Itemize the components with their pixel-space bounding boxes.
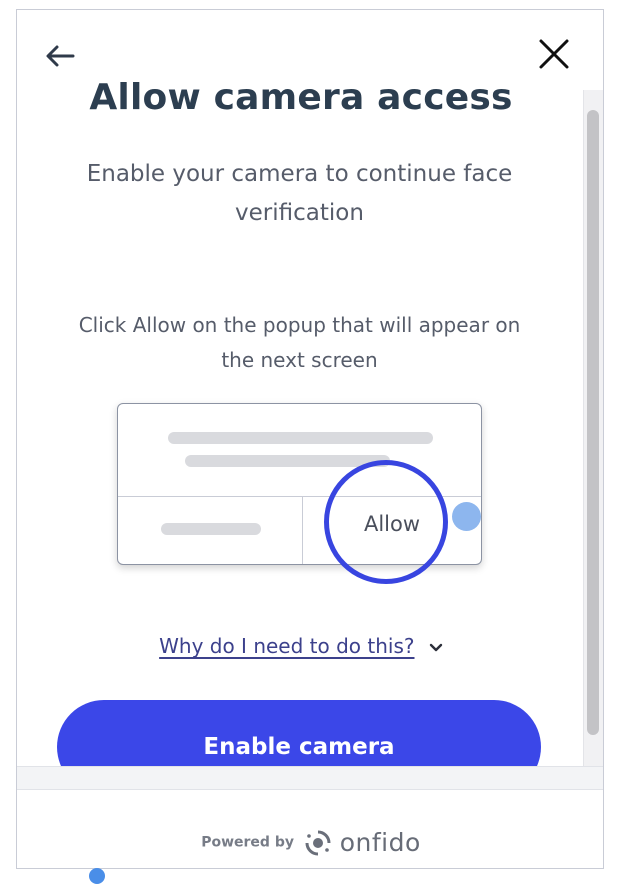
content-scroll-area[interactable]: Allow camera access Enable your camera t… (17, 10, 603, 766)
popup-instructions: Click Allow on the popup that will appea… (78, 313, 521, 372)
page-title: Allow camera access (89, 77, 513, 118)
powered-by: Powered by onfido (17, 828, 603, 857)
highlight-ring (324, 460, 448, 584)
brand-name: onfido (339, 828, 421, 857)
cursor-indicator (452, 502, 481, 531)
page-subtitle: Enable your camera to continue face veri… (86, 161, 513, 226)
verification-modal: Allow camera access Enable your camera t… (16, 9, 604, 869)
footer: Powered by onfido (17, 790, 603, 868)
onfido-logo-icon (305, 830, 331, 855)
close-icon[interactable] (536, 36, 572, 72)
arrow-left-icon[interactable] (43, 43, 77, 69)
placeholder-line (168, 432, 433, 444)
chevron-down-icon[interactable] (429, 643, 443, 653)
enable-camera-button[interactable]: Enable camera (57, 700, 541, 766)
scrollbar-thumb[interactable] (587, 110, 599, 735)
why-link[interactable]: Why do I need to do this? (159, 634, 414, 658)
footer-divider (17, 766, 603, 790)
powered-by-label: Powered by (201, 834, 294, 851)
cursor-indicator (89, 868, 105, 884)
placeholder-deny-button (161, 523, 261, 535)
why-disclosure[interactable]: Why do I need to do this? (17, 634, 585, 658)
